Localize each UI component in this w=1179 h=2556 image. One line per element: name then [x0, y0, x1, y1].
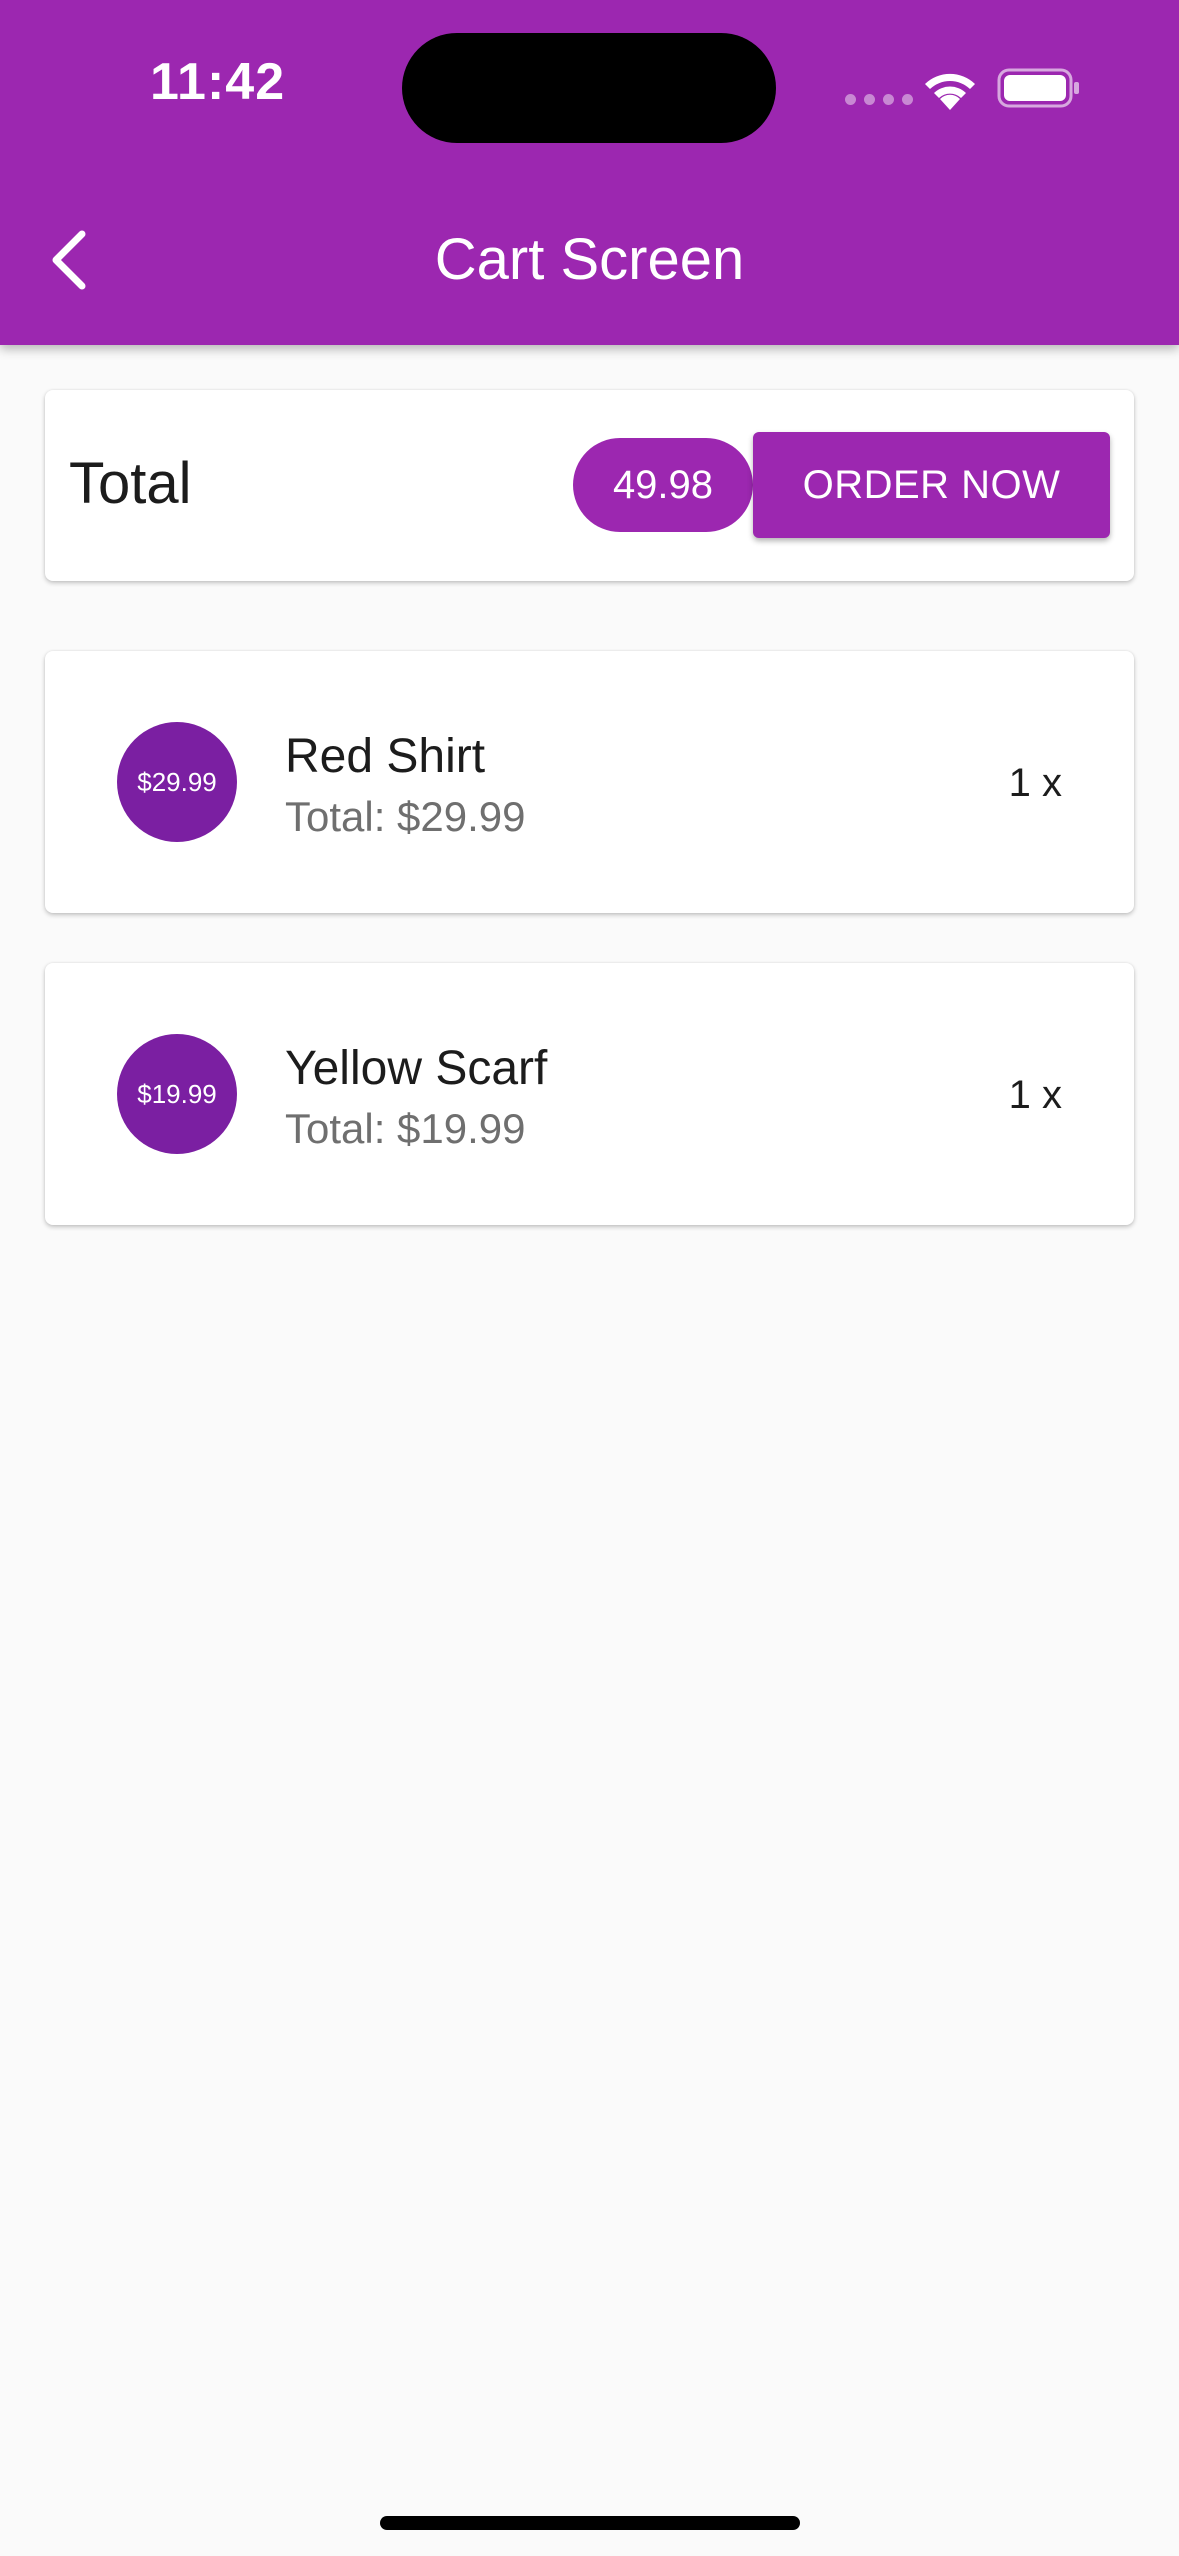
status-time: 11:42 [150, 53, 286, 111]
list-item: $29.99 Red Shirt Total: $29.99 1 x [45, 651, 1134, 913]
list-item: $19.99 Yellow Scarf Total: $19.99 1 x [45, 963, 1134, 1225]
wifi-icon [925, 73, 975, 110]
item-title: Red Shirt [285, 730, 486, 783]
home-indicator[interactable] [380, 2516, 800, 2530]
item-subtotal: Total: $29.99 [285, 793, 526, 840]
price-avatar: $29.99 [117, 722, 237, 842]
order-now-button[interactable]: ORDER NOW [753, 432, 1110, 538]
dynamic-island [402, 33, 776, 143]
total-amount-chip: 49.98 [573, 438, 753, 532]
item-title: Yellow Scarf [285, 1042, 548, 1095]
price-avatar: $19.99 [117, 1034, 237, 1154]
total-label: Total [69, 451, 192, 516]
battery-icon [997, 68, 1079, 108]
cellular-dots-icon [845, 94, 913, 105]
total-summary-card: Total 49.98 ORDER NOW [45, 390, 1134, 581]
item-quantity: 1 x [1008, 1073, 1062, 1117]
app-bar: 11:42 Cart Screen [0, 0, 1179, 345]
page-title: Cart Screen [434, 227, 745, 292]
item-quantity: 1 x [1008, 761, 1062, 805]
item-subtotal: Total: $19.99 [285, 1105, 526, 1152]
